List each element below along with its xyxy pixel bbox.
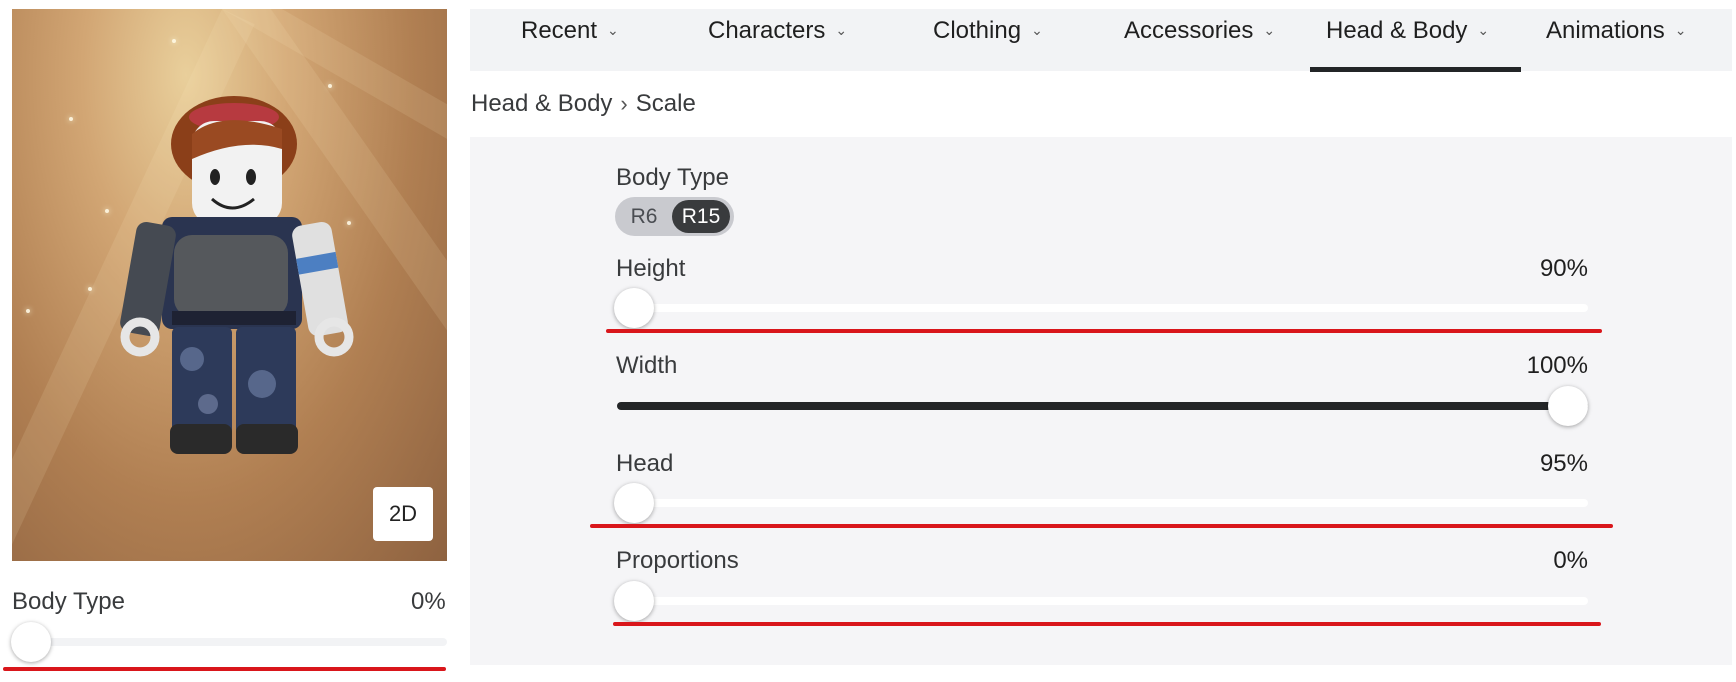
tab-label: Head & Body bbox=[1326, 17, 1468, 44]
avatar-preview[interactable]: 2D bbox=[12, 9, 447, 561]
annotation-underline bbox=[606, 329, 1602, 333]
active-tab-indicator bbox=[1310, 67, 1521, 72]
tab-label: Accessories bbox=[1124, 17, 1254, 44]
body-type-r6-option[interactable]: R6 bbox=[619, 200, 669, 233]
body-type-r15-option[interactable]: R15 bbox=[672, 200, 730, 233]
annotation-underline bbox=[590, 524, 1613, 528]
avatar-character bbox=[120, 96, 354, 454]
tab-label: Clothing bbox=[933, 17, 1022, 44]
2d-view-button[interactable]: 2D bbox=[373, 487, 433, 541]
left-body-type-label: Body Type bbox=[12, 588, 125, 615]
chevron-down-icon: ⌄ bbox=[1674, 21, 1687, 38]
head-label: Head bbox=[616, 450, 674, 477]
proportions-label: Proportions bbox=[616, 547, 739, 574]
breadcrumb: Head & Body › Scale bbox=[471, 90, 696, 118]
chevron-right-icon: › bbox=[620, 91, 628, 116]
left-body-type-slider-track[interactable] bbox=[31, 638, 447, 646]
tab-recent[interactable]: Recent ⌄ bbox=[521, 0, 619, 62]
chevron-down-icon: ⌄ bbox=[607, 21, 619, 38]
head-slider-knob[interactable] bbox=[614, 483, 654, 523]
proportions-slider-knob[interactable] bbox=[614, 581, 654, 621]
width-value: 100% bbox=[1526, 352, 1588, 379]
proportions-slider-track[interactable] bbox=[617, 597, 1588, 605]
tab-animations[interactable]: Animations ⌄ bbox=[1546, 0, 1686, 62]
height-value: 90% bbox=[1539, 255, 1588, 282]
left-body-type-slider-knob[interactable] bbox=[11, 622, 51, 662]
head-slider-track[interactable] bbox=[617, 499, 1588, 507]
chevron-down-icon: ⌄ bbox=[1477, 21, 1490, 38]
body-type-toggle[interactable]: R6 R15 bbox=[615, 197, 734, 236]
breadcrumb-parent[interactable]: Head & Body bbox=[471, 90, 612, 118]
tab-head-and-body[interactable]: Head & Body ⌄ bbox=[1326, 0, 1489, 62]
width-label: Width bbox=[616, 352, 678, 379]
tab-label: Animations bbox=[1546, 17, 1665, 44]
width-slider-knob[interactable] bbox=[1548, 386, 1588, 426]
proportions-value: 0% bbox=[1553, 547, 1588, 574]
left-body-type-value: 0% bbox=[411, 588, 446, 615]
body-type-label: Body Type bbox=[616, 164, 729, 191]
head-value: 95% bbox=[1539, 450, 1588, 477]
tab-label: Recent bbox=[521, 17, 598, 44]
tab-characters[interactable]: Characters ⌄ bbox=[708, 0, 847, 62]
height-slider-track[interactable] bbox=[617, 304, 1588, 312]
height-label: Height bbox=[616, 255, 686, 282]
tab-label: Characters bbox=[708, 17, 826, 44]
annotation-underline bbox=[3, 667, 446, 671]
width-slider-track[interactable] bbox=[617, 402, 1588, 410]
category-tab-bar bbox=[470, 9, 1732, 71]
breadcrumb-current: Scale bbox=[635, 90, 696, 117]
chevron-down-icon: ⌄ bbox=[835, 21, 848, 38]
chevron-down-icon: ⌄ bbox=[1263, 21, 1276, 38]
height-slider-knob[interactable] bbox=[614, 288, 654, 328]
tab-accessories[interactable]: Accessories ⌄ bbox=[1124, 0, 1275, 62]
chevron-down-icon: ⌄ bbox=[1031, 21, 1043, 38]
annotation-underline bbox=[613, 622, 1601, 626]
tab-clothing[interactable]: Clothing ⌄ bbox=[933, 0, 1043, 62]
